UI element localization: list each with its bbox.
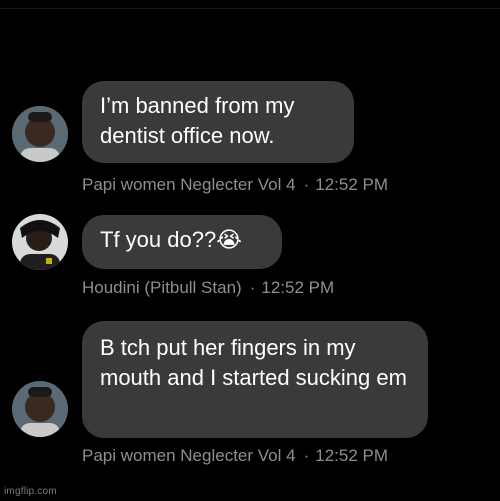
avatar[interactable]: [12, 214, 68, 270]
person-avatar-icon: [12, 106, 68, 162]
message-meta: Papi women Neglecter Vol 4 · 12:52 PM: [82, 446, 388, 466]
avatar[interactable]: [12, 381, 68, 437]
message-meta: Papi women Neglecter Vol 4 · 12:52 PM: [82, 175, 388, 195]
sender-name: Papi women Neglecter Vol 4: [82, 175, 296, 194]
meta-separator: ·: [303, 446, 310, 465]
message-bubble[interactable]: Tf you do??😭: [82, 215, 282, 269]
message-time: 12:52 PM: [315, 446, 388, 465]
meta-separator: ·: [249, 278, 256, 297]
message-bubble[interactable]: I’m banned from my dentist office now.: [82, 81, 354, 163]
watermark: imgflip.com: [4, 486, 57, 497]
meta-separator: ·: [303, 175, 310, 194]
sender-name: Houdini (Pitbull Stan): [82, 278, 242, 297]
message-time: 12:52 PM: [315, 175, 388, 194]
top-divider: [0, 8, 500, 9]
person-avatar-icon: [12, 214, 68, 270]
message-time: 12:52 PM: [261, 278, 335, 297]
sender-name: Papi women Neglecter Vol 4: [82, 446, 296, 465]
avatar[interactable]: [12, 106, 68, 162]
message-meta: Houdini (Pitbull Stan) · 12:52 PM: [82, 278, 334, 298]
message-bubble[interactable]: B tch put her fingers in my mouth and I …: [82, 321, 428, 438]
person-avatar-icon: [12, 381, 68, 437]
